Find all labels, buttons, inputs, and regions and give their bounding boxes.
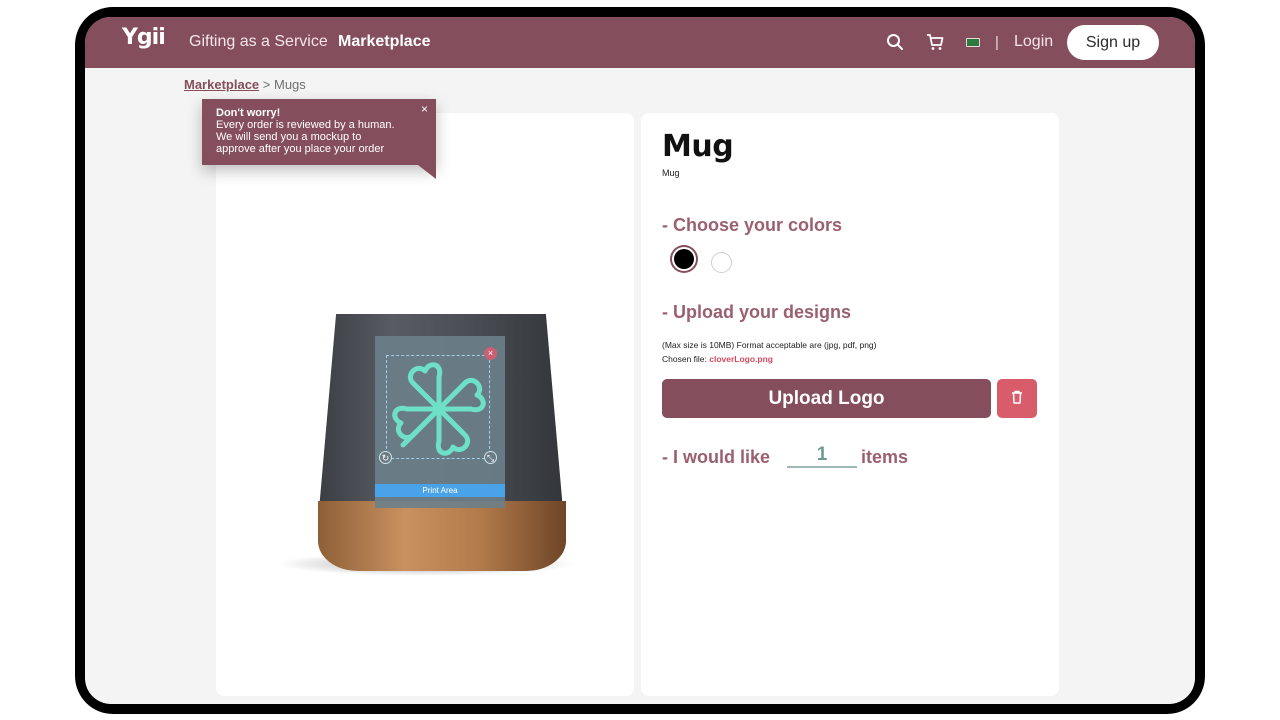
rotate-icon[interactable]: ↻ bbox=[379, 451, 392, 464]
quantity-prefix: - I would like bbox=[662, 447, 771, 467]
top-navbar: Ygii Gifting as a Service Marketplace | … bbox=[85, 17, 1195, 68]
delete-design-button[interactable] bbox=[997, 379, 1037, 418]
search-icon[interactable] bbox=[885, 32, 905, 52]
clover-logo-icon[interactable] bbox=[383, 353, 495, 465]
breadcrumb-current: Mugs bbox=[273, 77, 306, 92]
chosen-file-label: Chosen file: bbox=[662, 354, 710, 364]
tooltip-tail bbox=[418, 165, 436, 179]
signup-button[interactable]: Sign up bbox=[1067, 25, 1159, 60]
quantity-suffix: items bbox=[861, 447, 909, 467]
color-swatch-black[interactable] bbox=[674, 249, 694, 269]
chosen-file-row: Chosen file: cloverLogo.png bbox=[662, 352, 876, 366]
review-tooltip: Don't worry! Every order is reviewed by … bbox=[202, 99, 436, 165]
nav-link-marketplace[interactable]: Marketplace bbox=[338, 33, 431, 51]
colors-heading: - Choose your colors bbox=[662, 215, 843, 235]
print-area-label: Print Area bbox=[375, 484, 505, 497]
login-link[interactable]: Login bbox=[1014, 33, 1053, 51]
nav-separator: | bbox=[995, 34, 999, 51]
remove-design-icon[interactable]: × bbox=[484, 347, 497, 360]
nav-link-gifting[interactable]: Gifting as a Service bbox=[189, 33, 328, 51]
upload-format-hint: (Max size is 10MB) Format acceptable are… bbox=[662, 340, 877, 350]
tooltip-line: We will send you a mockup to bbox=[216, 131, 362, 143]
brand-logo[interactable]: Ygii bbox=[122, 25, 166, 50]
chosen-file-name: cloverLogo.png bbox=[709, 354, 773, 364]
tooltip-title: Don't worry! bbox=[216, 107, 281, 119]
product-title: Mug bbox=[662, 129, 734, 164]
breadcrumb-marketplace-link[interactable]: Marketplace bbox=[184, 77, 259, 92]
upload-logo-button[interactable]: Upload Logo bbox=[662, 379, 991, 418]
cart-icon[interactable] bbox=[925, 32, 945, 52]
upload-hint: (Max size is 10MB) Format acceptable are… bbox=[662, 338, 876, 366]
breadcrumb-separator: > bbox=[259, 77, 274, 92]
breadcrumb: Marketplace > Mugs bbox=[184, 77, 306, 92]
close-icon[interactable]: × bbox=[421, 103, 428, 115]
tooltip-line: approve after you place your order bbox=[216, 143, 385, 155]
resize-icon[interactable]: ⤡ bbox=[484, 451, 497, 464]
app-screen: Ygii Gifting as a Service Marketplace | … bbox=[85, 17, 1195, 704]
tooltip-line: Every order is reviewed by a human. bbox=[216, 119, 395, 131]
trash-icon bbox=[1012, 390, 1022, 404]
designs-heading: - Upload your designs bbox=[662, 302, 852, 322]
quantity-input[interactable] bbox=[787, 444, 857, 468]
product-subtitle: Mug bbox=[662, 168, 680, 178]
mug-base bbox=[318, 501, 566, 571]
flag-icon[interactable] bbox=[966, 38, 980, 47]
color-swatch-white[interactable] bbox=[711, 252, 732, 273]
